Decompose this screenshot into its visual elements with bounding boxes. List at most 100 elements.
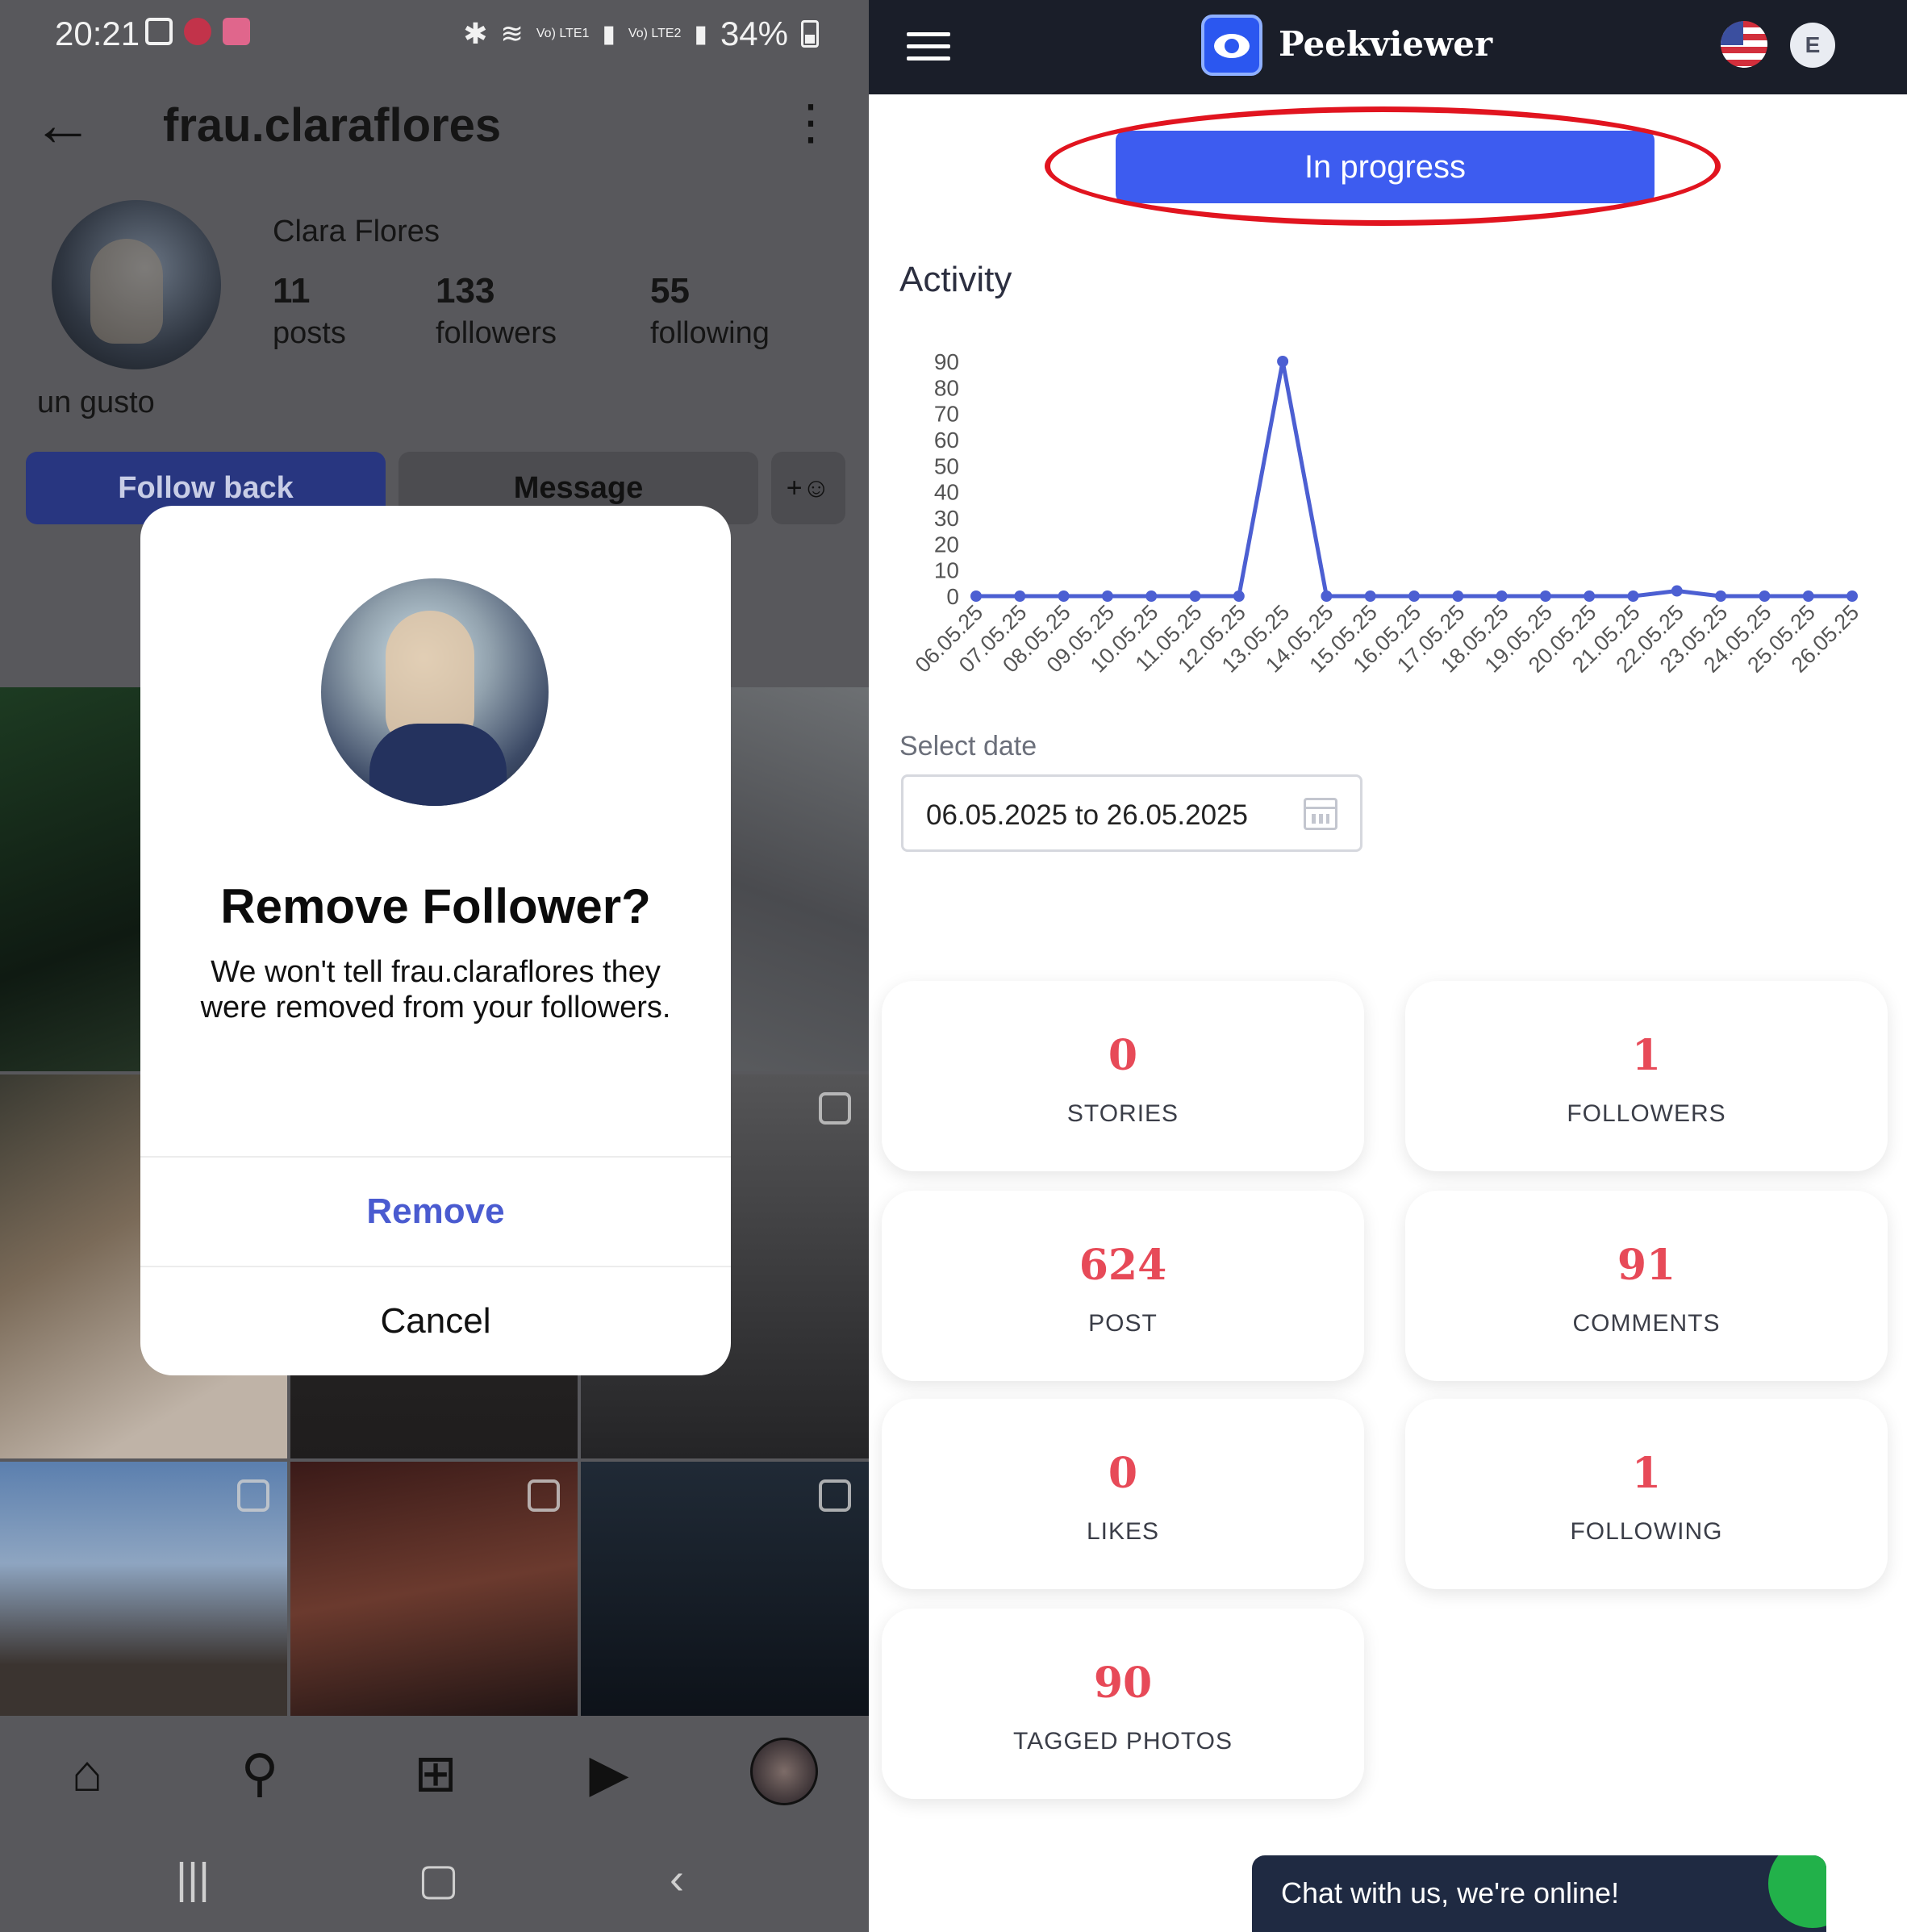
create-icon[interactable]: ⊞ (403, 1741, 468, 1805)
stat-label: COMMENTS (1572, 1310, 1721, 1337)
data-point[interactable] (1058, 590, 1070, 602)
stat-card-stories[interactable]: 0 STORIES (882, 981, 1364, 1171)
data-point[interactable] (1233, 590, 1245, 602)
stat-value: 91 (1617, 1241, 1676, 1290)
profile-avatar[interactable] (750, 1738, 818, 1805)
data-point[interactable] (970, 590, 982, 602)
top-bar: Peekviewer E (869, 0, 1907, 94)
y-tick-label: 60 (934, 428, 959, 453)
stat-value: 1 (1631, 1449, 1662, 1498)
dialog-avatar (321, 578, 549, 806)
status-right: ✱ ≋ Vo) LTE1 ▮ Vo) LTE2 ▮ 34% (463, 15, 819, 53)
stat-card-comments[interactable]: 91 COMMENTS (1405, 1191, 1888, 1381)
data-point[interactable] (1145, 590, 1158, 602)
signal-icon: ▮ (602, 20, 615, 48)
status-bar: 20:21 ✱ ≋ Vo) LTE1 ▮ Vo) LTE2 ▮ 34% (0, 0, 869, 65)
data-point[interactable] (1802, 590, 1814, 602)
notification-icons (145, 18, 250, 45)
profile-avatar[interactable] (52, 200, 221, 369)
data-point[interactable] (1277, 356, 1289, 367)
remove-follower-dialog: Remove Follower? We won't tell frau.clar… (140, 506, 731, 1375)
data-point[interactable] (1846, 590, 1858, 602)
y-tick-label: 20 (934, 532, 959, 557)
grid-post[interactable] (581, 1462, 869, 1716)
back-arrow-icon[interactable]: ← (32, 94, 94, 156)
data-point[interactable] (1189, 590, 1201, 602)
add-person-icon[interactable]: +☺ (771, 452, 845, 524)
data-point[interactable] (1584, 590, 1596, 602)
following-label: following (650, 316, 770, 350)
status-time: 20:21 (55, 15, 140, 52)
grid-post[interactable] (0, 1462, 287, 1716)
followers-count[interactable]: 133 followers (436, 271, 557, 351)
chat-text: Chat with us, we're online! (1281, 1876, 1620, 1909)
data-point[interactable] (1496, 590, 1508, 602)
battery-percent: 34% (720, 15, 788, 52)
y-tick-label: 40 (934, 480, 959, 505)
calendar-icon[interactable] (1304, 798, 1337, 830)
bluetooth-icon: ✱ (463, 17, 488, 50)
data-point[interactable] (1014, 590, 1026, 602)
profile-header: ← frau.claraflores ⋮ (0, 81, 869, 169)
stat-card-post[interactable]: 624 POST (882, 1191, 1364, 1381)
date-range-input[interactable]: 06.05.2025 to 26.05.2025 (901, 774, 1362, 852)
sim2-label: Vo) LTE2 (628, 27, 682, 40)
carousel-icon (819, 1479, 851, 1512)
back-icon[interactable]: ‹ (670, 1854, 684, 1904)
peekviewer-screen: Peekviewer E In progress Activity 0 10 20 3… (869, 0, 1907, 1932)
stat-label: TAGGED PHOTOS (1013, 1728, 1233, 1755)
home-icon[interactable]: ⌂ (55, 1741, 119, 1805)
recents-icon[interactable]: ||| (176, 1854, 210, 1904)
signal-icon: ▮ (694, 20, 707, 48)
data-point[interactable] (1408, 590, 1420, 602)
data-point[interactable] (1539, 590, 1551, 602)
posts-count[interactable]: 11 posts (273, 271, 346, 351)
chat-widget[interactable]: Chat with us, we're online! (1252, 1855, 1826, 1932)
carousel-icon (237, 1479, 269, 1512)
user-avatar[interactable]: E (1790, 23, 1835, 68)
highlight-annotation (1045, 106, 1721, 226)
brand-name[interactable]: Peekviewer (1279, 24, 1492, 64)
reels-icon[interactable]: ▶ (577, 1741, 641, 1805)
data-point[interactable] (1364, 590, 1376, 602)
remove-button[interactable]: Remove (140, 1158, 731, 1266)
data-point[interactable] (1715, 590, 1727, 602)
stat-value: 0 (1108, 1031, 1138, 1080)
date-range-value: 06.05.2025 to 26.05.2025 (926, 799, 1248, 831)
followers-label: followers (436, 316, 557, 350)
us-flag-icon[interactable] (1721, 21, 1767, 68)
gift-icon (184, 18, 211, 45)
cancel-button[interactable]: Cancel (140, 1267, 731, 1375)
profile-bio: un gusto (37, 386, 155, 419)
stat-card-followers[interactable]: 1 FOLLOWERS (1405, 981, 1888, 1171)
eye-logo-icon[interactable] (1201, 15, 1262, 76)
menu-icon[interactable] (907, 32, 950, 61)
posts-label: posts (273, 316, 346, 350)
stat-card-following[interactable]: 1 FOLLOWING (1405, 1399, 1888, 1589)
data-point[interactable] (1671, 585, 1683, 597)
data-point[interactable] (1759, 590, 1771, 602)
data-point[interactable] (1627, 590, 1639, 602)
posts-number: 11 (273, 271, 311, 311)
data-point[interactable] (1452, 590, 1464, 602)
activity-line-chart: 010203040506070809006.05.2507.05.2508.05… (911, 349, 1864, 678)
activity-title: Activity (899, 260, 1012, 299)
grid-post[interactable] (290, 1462, 578, 1716)
more-options-icon[interactable]: ⋮ (787, 98, 835, 147)
online-indicator (1768, 1855, 1826, 1928)
stat-label: FOLLOWERS (1567, 1100, 1726, 1127)
stat-card-likes[interactable]: 0 LIKES (882, 1399, 1364, 1589)
stat-label: LIKES (1086, 1518, 1160, 1545)
battery-icon (801, 20, 819, 48)
stat-value: 1 (1631, 1031, 1662, 1080)
stat-label: STORIES (1066, 1100, 1179, 1127)
carousel-icon (528, 1479, 560, 1512)
home-icon[interactable]: ▢ (418, 1854, 459, 1905)
data-point[interactable] (1101, 590, 1113, 602)
search-icon[interactable]: ⚲ (227, 1741, 292, 1805)
stat-card-tagged-photos[interactable]: 90 TAGGED PHOTOS (882, 1609, 1364, 1799)
y-tick-label: 90 (934, 349, 959, 374)
data-point[interactable] (1321, 590, 1333, 602)
following-count[interactable]: 55 following (650, 271, 770, 351)
following-number: 55 (650, 271, 690, 311)
